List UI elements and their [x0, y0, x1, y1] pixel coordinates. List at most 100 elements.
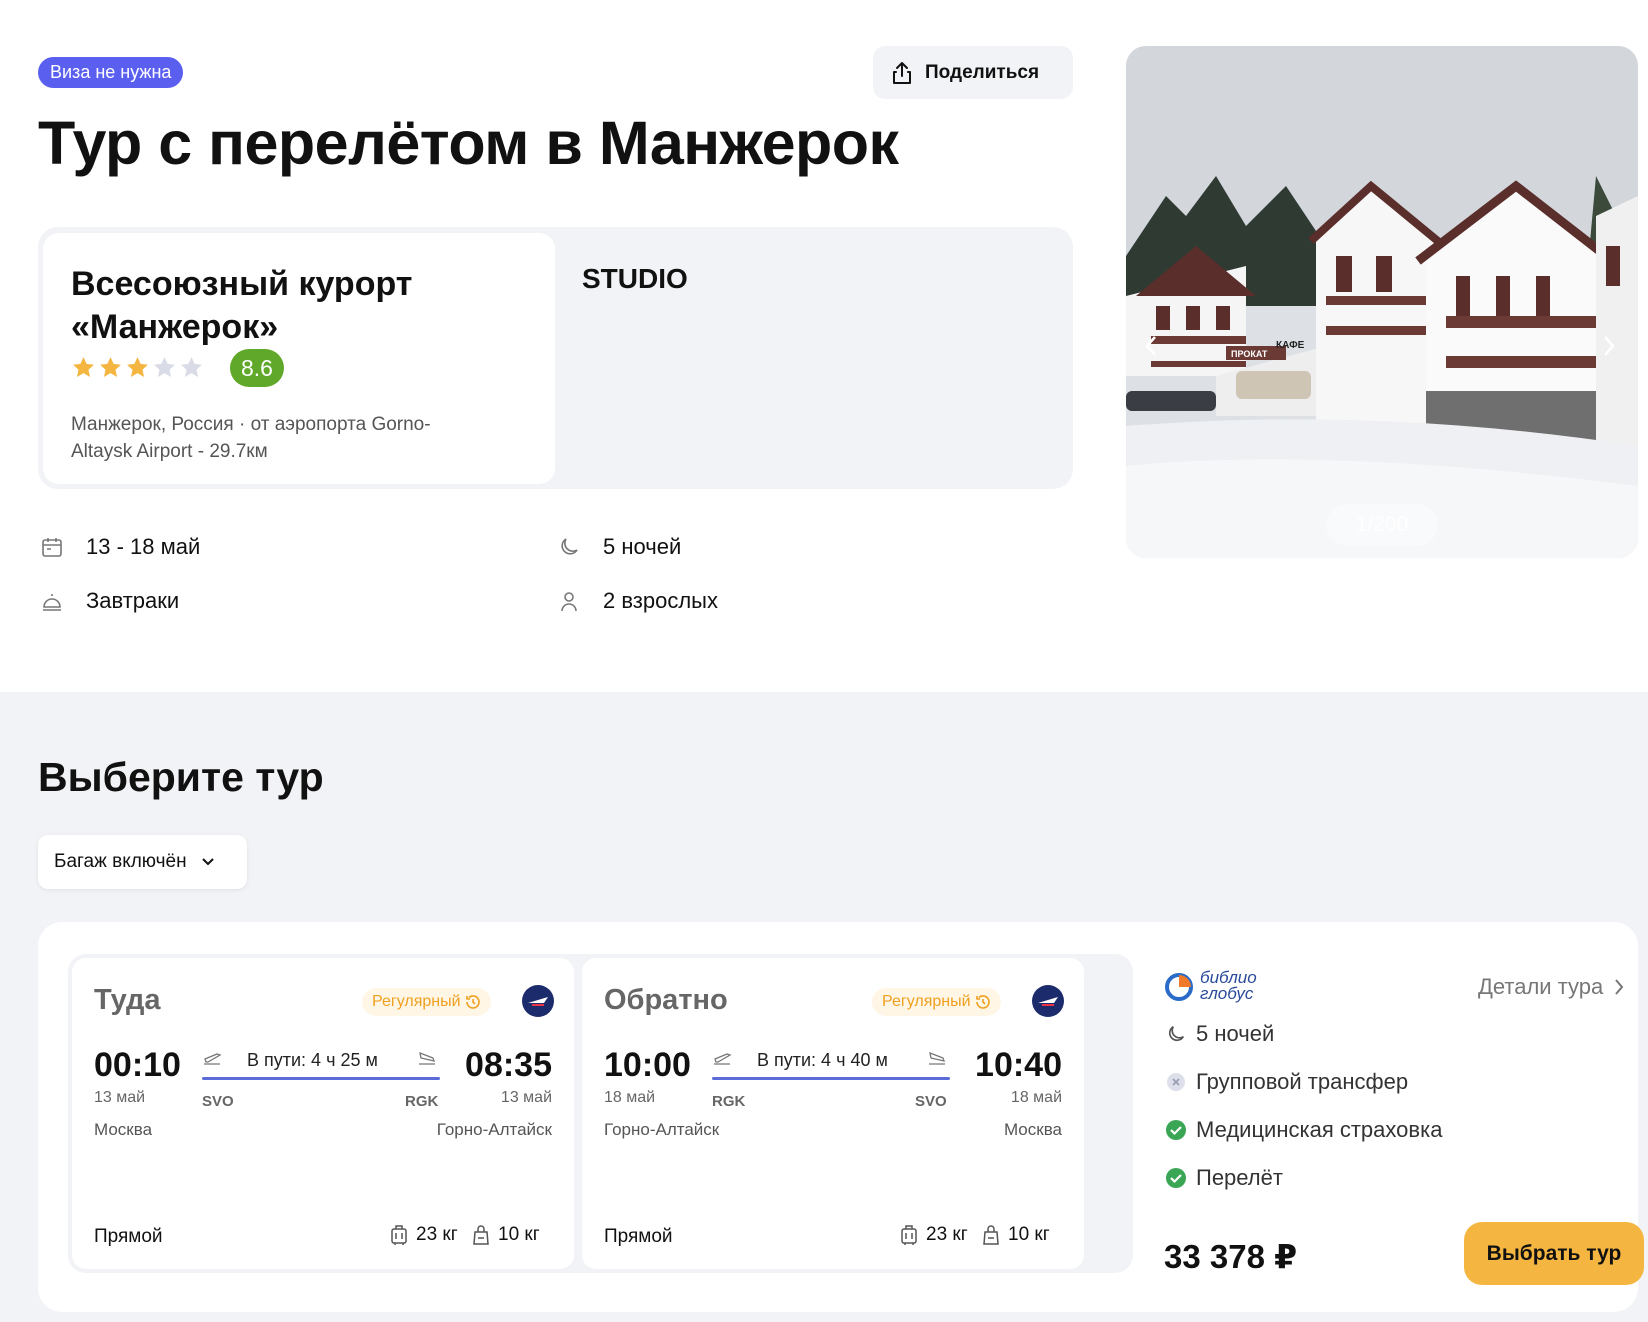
- section-title: Выберите тур: [38, 754, 324, 800]
- flight-route: В пути: 4 ч 40 м: [712, 1046, 950, 1086]
- hand-luggage-weight: 10 кг: [1008, 1224, 1050, 1245]
- share-button[interactable]: Поделиться: [873, 46, 1073, 99]
- operator-name-line2: глобус: [1200, 984, 1254, 1003]
- hotel-photo-gallery[interactable]: ПРОКАТ КАФЕ 1/200: [1126, 46, 1638, 558]
- takeoff-icon: [204, 1053, 222, 1065]
- departure-time: 00:10: [94, 1046, 181, 1084]
- dates-text: 13 - 18 май: [86, 534, 201, 559]
- check-circle-icon: [1164, 1166, 1188, 1190]
- baggage-allowance: 23 кг: [900, 1224, 968, 1246]
- room-type: STUDIO: [582, 263, 688, 294]
- tour-details-link[interactable]: Детали тура: [1478, 974, 1624, 1000]
- baggage-filter-dropdown[interactable]: Багаж включён: [38, 835, 247, 889]
- meals-info: Завтраки: [38, 587, 179, 615]
- arrival-date: 18 май: [1010, 1089, 1062, 1106]
- calendar-icon: [38, 533, 66, 561]
- chevron-down-icon: [201, 858, 214, 866]
- star-filled-icon: [100, 357, 121, 377]
- route-line: [202, 1077, 440, 1080]
- feature-label: Групповой трансфер: [1196, 1069, 1409, 1094]
- suitcase-icon: [391, 1225, 407, 1245]
- flight-direction: Туда: [94, 984, 161, 1016]
- share-label: Поделиться: [925, 61, 1040, 83]
- hotel-photo: ПРОКАТ КАФЕ: [1126, 46, 1638, 558]
- star-empty-icon: [154, 357, 175, 377]
- guests-info: 2 взрослых: [555, 587, 718, 615]
- departure-date: 13 май: [94, 1089, 146, 1106]
- dates-info: 13 - 18 май: [38, 533, 200, 561]
- gallery-counter: 1/200: [1326, 504, 1438, 546]
- choose-tour-button[interactable]: Выбрать тур: [1464, 1222, 1644, 1285]
- share-icon: [893, 61, 911, 84]
- sign-prokat: ПРОКАТ: [1231, 349, 1268, 359]
- hand-luggage-allowance: 10 кг: [982, 1224, 1050, 1246]
- hotel-stars: [71, 355, 204, 380]
- departure-code: SVO: [202, 1093, 234, 1110]
- baggage-filter-label: Багаж включён: [54, 851, 187, 872]
- hand-luggage-weight: 10 кг: [498, 1224, 540, 1245]
- gallery-prev-button[interactable]: [1136, 326, 1166, 366]
- chevron-right-icon: [1615, 979, 1624, 995]
- departure-city: Москва: [94, 1120, 153, 1139]
- airline-logo-icon: [522, 985, 554, 1017]
- arrival-code: SVO: [915, 1093, 947, 1110]
- check-circle-icon: [1164, 1118, 1188, 1142]
- flight-duration: В пути: 4 ч 40 м: [757, 1050, 888, 1070]
- nights-info: 5 ночей: [555, 533, 681, 561]
- rating-badge: 8.6: [230, 349, 284, 387]
- hand-luggage-allowance: 10 кг: [472, 1224, 540, 1246]
- flight-outbound[interactable]: Туда Регулярный 00:10 13 май Москва В пу…: [72, 958, 574, 1269]
- handbag-icon: [473, 1225, 489, 1245]
- arrival-time: 08:35: [465, 1046, 552, 1084]
- chevron-left-icon: [1145, 336, 1156, 356]
- flight-duration: В пути: 4 ч 25 м: [247, 1050, 378, 1070]
- feature-flight: Перелёт: [1164, 1165, 1283, 1191]
- feature-transfer: Групповой трансфер: [1164, 1069, 1408, 1095]
- star-empty-icon: [181, 357, 202, 377]
- history-icon: [465, 995, 480, 1009]
- sign-kafe: КАФЕ: [1276, 340, 1305, 351]
- departure-city: Горно-Алтайск: [604, 1120, 720, 1139]
- arrival-date: 13 май: [500, 1089, 552, 1106]
- arrival-code: RGK: [405, 1093, 439, 1110]
- handbag-icon: [983, 1225, 999, 1245]
- offer-nights: 5 ночей: [1164, 1021, 1274, 1047]
- hotel-panel: Всесоюзный курорт «Манжерок» 8.6 Манжеро…: [38, 227, 1073, 489]
- star-filled-icon: [127, 357, 148, 377]
- landing-icon: [929, 1051, 945, 1065]
- not-included-icon: [1164, 1070, 1188, 1094]
- hotel-location: Манжерок, Россия · от аэропорта Gorno-Al…: [71, 414, 431, 462]
- regular-badge: Регулярный: [362, 988, 491, 1016]
- route-line: [712, 1077, 950, 1080]
- flight-route: В пути: 4 ч 25 м: [202, 1046, 440, 1086]
- page-title: Тур с перелётом в Манжерок: [38, 109, 899, 177]
- flight-return[interactable]: Обратно Регулярный 10:00 18 май Горно-Ал…: [582, 958, 1084, 1269]
- baggage-weight: 23 кг: [926, 1224, 968, 1245]
- tour-details-label: Детали тура: [1478, 974, 1604, 999]
- arrival-time: 10:40: [975, 1046, 1062, 1084]
- departure-date: 18 май: [604, 1089, 656, 1106]
- moon-icon: [555, 533, 583, 561]
- tour-price: 33 378 ₽: [1164, 1238, 1298, 1275]
- regular-badge-label: Регулярный: [372, 993, 461, 1010]
- landing-icon: [419, 1051, 435, 1065]
- flight-stops: Прямой: [94, 1226, 163, 1247]
- operator-logo: библио глобус: [1164, 969, 1257, 1003]
- offer-nights-text: 5 ночей: [1196, 1021, 1275, 1046]
- hotel-name[interactable]: Всесоюзный курорт «Манжерок»: [71, 263, 541, 349]
- moon-icon: [1164, 1022, 1188, 1046]
- guests-text: 2 взрослых: [603, 588, 718, 613]
- departure-time: 10:00: [604, 1046, 691, 1084]
- baggage-allowance: 23 кг: [390, 1224, 458, 1246]
- gallery-next-button[interactable]: [1594, 326, 1624, 366]
- cloche-icon: [38, 587, 66, 615]
- takeoff-icon: [714, 1053, 732, 1065]
- tour-header-section: Виза не нужна Поделиться Тур с перелётом…: [0, 0, 1648, 692]
- feature-label: Перелёт: [1196, 1165, 1283, 1190]
- hotel-card[interactable]: Всесоюзный курорт «Манжерок» 8.6 Манжеро…: [43, 233, 555, 484]
- feature-insurance: Медицинская страховка: [1164, 1117, 1442, 1143]
- regular-badge-label: Регулярный: [882, 993, 971, 1010]
- operator-logo-icon: [1165, 973, 1193, 1001]
- arrival-city: Горно-Алтайск: [436, 1120, 552, 1139]
- person-icon: [555, 587, 583, 615]
